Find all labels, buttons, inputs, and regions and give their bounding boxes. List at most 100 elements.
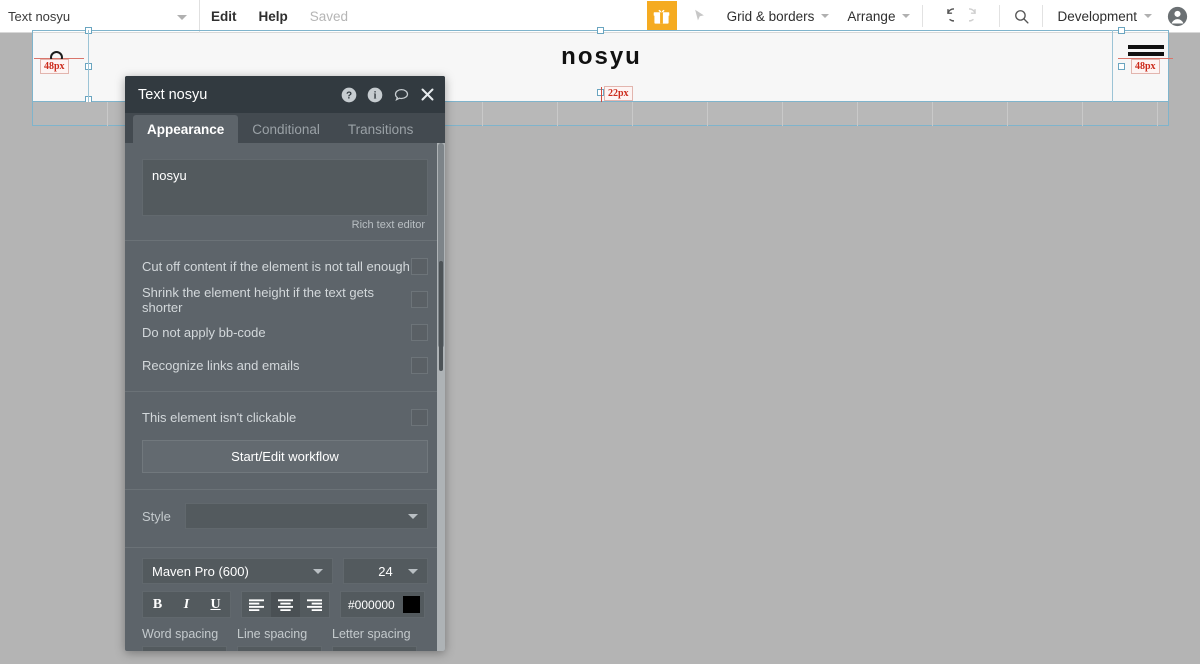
checkbox-not-clickable[interactable] [411,409,428,426]
gift-icon[interactable] [646,1,677,31]
chevron-down-icon [902,14,911,18]
divider [125,489,445,490]
word-spacing-group: Word spacing [142,627,227,651]
user-avatar-icon[interactable] [1160,0,1194,33]
color-swatch[interactable] [403,596,420,613]
font-family-value: Maven Pro (600) [152,563,249,579]
letter-spacing-input[interactable] [332,646,417,651]
measure-label-right: 48px [1131,59,1160,74]
bold-button[interactable]: B [143,592,172,617]
chevron-down-icon [313,569,323,574]
chevron-down-icon [821,14,830,18]
text-format-group: B I U [142,591,231,618]
letter-spacing-label: Letter spacing [332,627,411,641]
redo-icon[interactable] [961,0,995,33]
chevron-down-icon [408,514,418,519]
version-label: Development [1057,8,1137,24]
checkbox-label: This element isn't clickable [142,410,297,425]
start-edit-workflow-button[interactable]: Start/Edit workflow [142,440,428,473]
comment-icon[interactable] [393,87,410,103]
element-property-panel[interactable]: Text nosyu ? i Appearance Conditional Tr… [125,76,445,651]
line-spacing-label: Line spacing [237,627,308,641]
info-icon[interactable]: i [367,87,383,103]
checkbox-shrink-height[interactable] [411,291,428,308]
style-row: Style [125,499,445,533]
chevron-down-icon [177,14,187,20]
menu-item-edit[interactable]: Edit [200,0,248,33]
panel-header-icons: ? i [341,87,435,103]
tab-appearance[interactable]: Appearance [133,115,239,143]
rich-text-input[interactable]: nosyu [142,159,428,216]
font-color-value: #000000 [348,597,395,612]
checkbox-row-bbcode[interactable]: Do not apply bb-code [125,316,445,349]
checkbox-recognize-links[interactable] [411,357,428,374]
hamburger-icon [1128,45,1164,59]
align-center-button[interactable] [271,592,300,617]
word-spacing-label: Word spacing [142,627,219,641]
rich-text-editor-link[interactable]: Rich text editor [125,216,445,231]
divider [125,391,445,392]
panel-tabs: Appearance Conditional Transitions [125,113,445,143]
checkbox-no-bbcode[interactable] [411,324,428,341]
checkbox-cutoff-content[interactable] [411,258,428,275]
arrange-label: Arrange [847,8,896,24]
tab-transitions[interactable]: Transitions [334,115,428,143]
checkbox-row-cutoff[interactable]: Cut off content if the element is not ta… [125,250,445,283]
letter-spacing-group: Letter spacing [332,627,417,651]
panel-scrollbar[interactable] [437,143,445,651]
toolbar-left-group: Text nosyu Edit Help Saved [0,0,359,33]
help-icon[interactable]: ? [341,87,357,103]
style-label: Style [142,508,171,524]
search-icon[interactable] [1004,0,1038,33]
svg-text:?: ? [346,90,352,101]
underline-button[interactable]: U [201,592,230,617]
divider [125,240,445,241]
checkbox-row-links[interactable]: Recognize links and emails [125,349,445,382]
word-spacing-input[interactable] [142,646,227,651]
checkbox-label: Shrink the element height if the text ge… [142,284,374,315]
font-color-input[interactable]: #000000 [340,591,425,618]
align-right-button[interactable] [300,592,329,617]
panel-header: Text nosyu ? i [125,76,445,113]
format-row: B I U #000000 [125,591,445,618]
align-left-button[interactable] [242,592,271,617]
page-title: nosyu [561,43,642,70]
grid-borders-dropdown[interactable]: Grid & borders [717,0,838,33]
element-selector-dropdown[interactable]: Text nosyu [0,0,200,33]
toolbar-divider [999,5,1001,27]
save-status-label: Saved [309,8,349,24]
menu-item-help[interactable]: Help [248,0,299,33]
style-dropdown[interactable] [185,503,428,529]
divider [125,547,445,548]
spacing-row: Word spacing Line spacing Letter spacing [125,627,445,651]
line-spacing-group: Line spacing [237,627,322,651]
font-size-wrap: 24 [343,558,428,584]
checkbox-label: Cut off content if the element is not ta… [142,259,410,274]
italic-button[interactable]: I [172,592,201,617]
font-size-dropdown[interactable]: 24 [343,558,428,584]
checkbox-row-shrink[interactable]: Shrink the element height if the text ge… [125,283,445,316]
resize-handle-top[interactable] [597,27,604,34]
checkbox-label: Recognize links and emails [142,358,300,373]
inner-scrollbar-thumb[interactable] [439,261,443,371]
tab-conditional[interactable]: Conditional [238,115,334,143]
line-spacing-input[interactable] [237,646,322,651]
chevron-down-icon [1144,14,1152,18]
panel-title: Text nosyu [138,86,208,103]
arrange-dropdown[interactable]: Arrange [837,0,918,33]
cursor-arrow-icon[interactable] [683,0,717,33]
toolbar-divider [922,5,924,27]
svg-text:i: i [374,90,377,101]
checkbox-label: Do not apply bb-code [142,325,266,340]
toolbar-right-group: Grid & borders Arrange Development [643,0,1200,33]
element-selector-label: Text nosyu [8,8,71,24]
chevron-down-icon [408,569,418,574]
font-family-dropdown[interactable]: Maven Pro (600) [142,558,333,584]
measure-label-left: 48px [40,59,69,74]
undo-icon[interactable] [927,0,961,33]
checkbox-row-clickable[interactable]: This element isn't clickable [125,401,445,434]
close-icon[interactable] [420,87,435,102]
measure-label-center: 22px [604,86,633,101]
version-dropdown[interactable]: Development [1047,0,1160,33]
font-size-value: 24 [378,563,393,579]
